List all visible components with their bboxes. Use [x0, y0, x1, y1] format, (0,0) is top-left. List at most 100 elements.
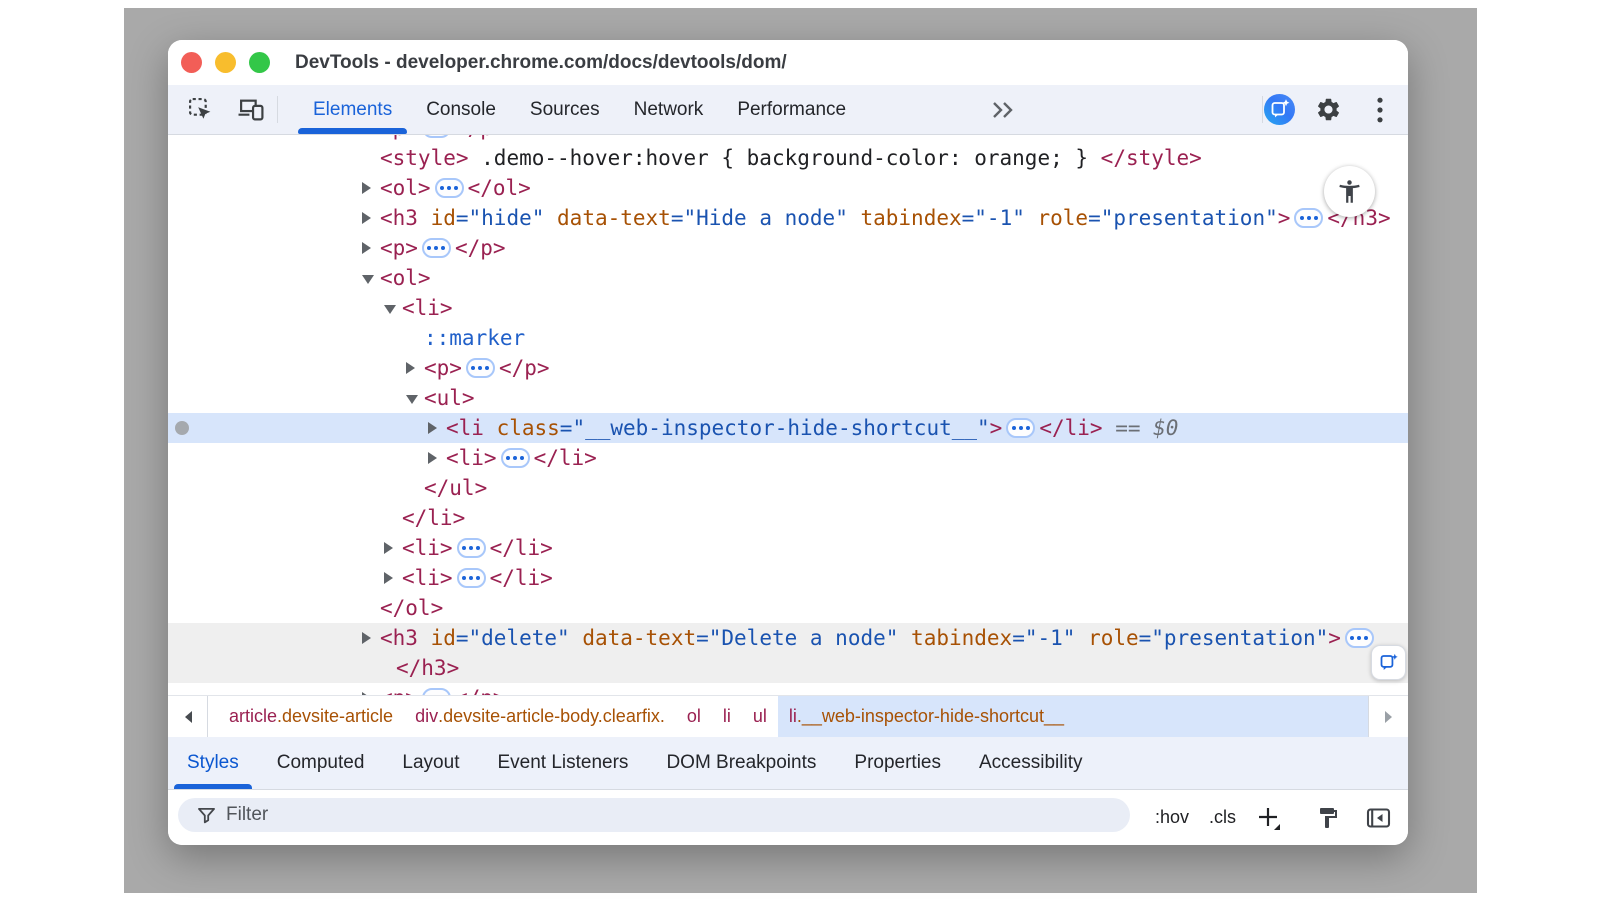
tab-elements[interactable]: Elements: [296, 85, 409, 134]
collapse-arrow-icon[interactable]: [384, 305, 396, 314]
styles-filter-input[interactable]: [226, 804, 1118, 826]
crumb-tag-name: li: [723, 706, 731, 727]
sidebar-tab-properties[interactable]: Properties: [835, 737, 960, 789]
sidebar-tab-accessibility[interactable]: Accessibility: [960, 737, 1101, 789]
more-options-button[interactable]: [1364, 85, 1396, 134]
zoom-window-button[interactable]: [249, 52, 270, 73]
dom-tree-row[interactable]: ::marker: [168, 323, 1408, 353]
ai-assistance-floating-button[interactable]: [1371, 645, 1406, 680]
inline-expand-button[interactable]: [422, 688, 451, 696]
three-dot-menu-icon: [1377, 97, 1383, 123]
sidebar-tab-layout[interactable]: Layout: [383, 737, 478, 789]
inline-expand-button[interactable]: [435, 178, 464, 198]
sidebar-tab-event-listeners[interactable]: Event Listeners: [478, 737, 647, 789]
dom-tree-row[interactable]: <h3 id="delete" data-text="Delete a node…: [168, 623, 1408, 653]
inline-expand-button[interactable]: [466, 358, 495, 378]
dom-tree-row[interactable]: <li></li>: [168, 533, 1408, 563]
dom-tree-row[interactable]: </li>: [168, 503, 1408, 533]
expand-arrow-icon[interactable]: [428, 452, 437, 464]
code-token-tag: </p>: [499, 356, 550, 380]
code-token-tag: </p>: [455, 135, 506, 140]
inline-expand-button[interactable]: [422, 135, 451, 138]
arrow-left-icon: [183, 710, 193, 724]
sidebar-tab-dom-breakpoints[interactable]: DOM Breakpoints: [647, 737, 835, 789]
tab-sources[interactable]: Sources: [513, 85, 617, 134]
expand-arrow-icon[interactable]: [384, 542, 393, 554]
inline-expand-button[interactable]: [1345, 628, 1374, 648]
dom-tree-row[interactable]: <li></li>: [168, 443, 1408, 473]
tab-console[interactable]: Console: [409, 85, 513, 134]
crumb-tag-name: ol: [687, 706, 701, 727]
dom-tree-row[interactable]: </h3>: [168, 653, 1408, 683]
dom-tree-row[interactable]: <style> .demo--hover:hover { background-…: [168, 143, 1408, 173]
sidebar-tab-computed[interactable]: Computed: [258, 737, 384, 789]
breadcrumb-item[interactable]: li: [712, 696, 742, 737]
inline-expand-button[interactable]: [457, 538, 486, 558]
dom-tree-row[interactable]: </ul>: [168, 473, 1408, 503]
dom-tree-row[interactable]: <li></li>: [168, 563, 1408, 593]
tab-network[interactable]: Network: [617, 85, 721, 134]
toggle-cls[interactable]: .cls: [1204, 803, 1241, 832]
crumb-tag-name: ul: [753, 706, 767, 727]
settings-button[interactable]: [1311, 85, 1345, 134]
toggle-sidebar-button[interactable]: [1358, 790, 1398, 845]
collapse-arrow-icon[interactable]: [406, 395, 418, 404]
inline-expand-button[interactable]: [457, 568, 486, 588]
devtools-window: DevTools - developer.chrome.com/docs/dev…: [168, 40, 1408, 845]
expand-arrow-icon[interactable]: [362, 632, 371, 644]
breadcrumb-item[interactable]: ul: [742, 696, 778, 737]
rendering-emulation-button[interactable]: [1308, 790, 1348, 845]
inline-expand-button[interactable]: [1294, 208, 1323, 228]
dom-tree-row[interactable]: <ol>: [168, 263, 1408, 293]
collapse-arrow-icon[interactable]: [362, 275, 374, 284]
toggle-device-toolbar-button[interactable]: [234, 85, 268, 134]
code-token-tag: >: [1278, 206, 1291, 230]
dom-tree-row[interactable]: <p></p>: [168, 233, 1408, 263]
dom-tree-row[interactable]: <p></p>: [168, 135, 1408, 143]
breadcrumb-item[interactable]: li.__web-inspector-hide-shortcut__: [778, 696, 1368, 737]
breadcrumb-scroll-right-button[interactable]: [1368, 696, 1408, 737]
breadcrumb-item[interactable]: div.devsite-article-body.clearfix.: [404, 696, 676, 737]
dom-tree-row[interactable]: </ol>: [168, 593, 1408, 623]
code-token-tag: <style>: [380, 146, 469, 170]
ai-assistant-icon: [1264, 94, 1295, 125]
expand-arrow-icon[interactable]: [406, 362, 415, 374]
filter-funnel-icon: [197, 807, 216, 824]
accessibility-floating-button[interactable]: [1324, 166, 1375, 217]
filter-input-container: [178, 798, 1130, 832]
toggle-hov[interactable]: :hov: [1150, 803, 1194, 832]
crumb-class-list: .devsite-article: [277, 706, 393, 727]
expand-arrow-icon[interactable]: [362, 212, 371, 224]
code-token-tag: <h3: [380, 626, 418, 650]
tab-performance[interactable]: Performance: [720, 85, 863, 134]
breadcrumb-scroll-left-button[interactable]: [168, 696, 208, 737]
dom-tree-row[interactable]: <li>: [168, 293, 1408, 323]
expand-arrow-icon[interactable]: [384, 572, 393, 584]
crumb-class-list: .__web-inspector-hide-shortcut__: [797, 706, 1064, 727]
dom-tree-row[interactable]: <p></p>: [168, 683, 1408, 695]
inline-expand-button[interactable]: [422, 238, 451, 258]
expand-arrow-icon[interactable]: [428, 422, 437, 434]
breadcrumb-item[interactable]: ol: [676, 696, 712, 737]
sidebar-tab-styles[interactable]: Styles: [168, 737, 258, 789]
ai-assistant-button[interactable]: [1262, 85, 1296, 134]
inspect-element-button[interactable]: [184, 85, 216, 134]
dom-tree-row[interactable]: <h3 id="hide" data-text="Hide a node" ta…: [168, 203, 1408, 233]
dom-tree-row[interactable]: <p></p>: [168, 353, 1408, 383]
selected-node-gutter-dot: [175, 421, 189, 435]
dom-tree-row[interactable]: <ol></ol>: [168, 173, 1408, 203]
code-token-value: ="Delete a node": [696, 626, 898, 650]
close-window-button[interactable]: [181, 52, 202, 73]
more-tabs-button[interactable]: [986, 85, 1022, 134]
breadcrumb-item[interactable]: article.devsite-article: [218, 696, 404, 737]
new-style-rule-button[interactable]: [1248, 790, 1288, 845]
inline-expand-button[interactable]: [501, 448, 530, 468]
code-token-metai: $0: [1153, 416, 1178, 440]
minimize-window-button[interactable]: [215, 52, 236, 73]
expand-arrow-icon[interactable]: [362, 182, 371, 194]
dom-tree-row[interactable]: <li class="__web-inspector-hide-shortcut…: [168, 413, 1408, 443]
window-title: DevTools - developer.chrome.com/docs/dev…: [295, 40, 787, 85]
expand-arrow-icon[interactable]: [362, 242, 371, 254]
inline-expand-button[interactable]: [1006, 418, 1035, 438]
dom-tree-row[interactable]: <ul>: [168, 383, 1408, 413]
